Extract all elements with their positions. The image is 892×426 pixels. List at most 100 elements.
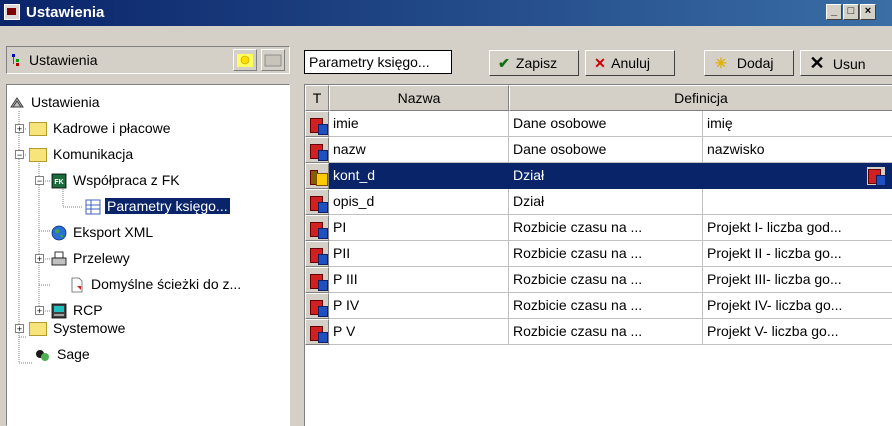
row-type-cell[interactable] xyxy=(305,319,329,345)
table-row[interactable]: nazw Dane osobowe nazwisko xyxy=(305,137,892,163)
tree-node-domyslne-sciezki[interactable]: Domyślne ścieżki do z... xyxy=(69,275,243,293)
tree-node-label: Sage xyxy=(57,346,90,362)
definition-field-cell[interactable]: Projekt II - liczba go... xyxy=(703,241,892,267)
definition-field-cell[interactable]: nazwisko xyxy=(703,137,892,163)
table-row[interactable]: opis_d Dział xyxy=(305,189,892,215)
name-cell[interactable]: PI xyxy=(329,215,509,241)
tree-node-label: Ustawienia xyxy=(31,94,100,110)
tree-header-icon xyxy=(12,54,19,66)
report-icon xyxy=(309,220,328,240)
new-folder-button[interactable] xyxy=(233,49,257,71)
close-button[interactable]: × xyxy=(860,4,876,20)
definition-category-cell[interactable]: Rozbicie czasu na ... xyxy=(509,267,703,293)
delete-button[interactable]: ✕ Usun xyxy=(800,50,892,76)
row-type-cell[interactable] xyxy=(305,241,329,267)
name-cell[interactable]: P V xyxy=(329,319,509,345)
expand-przelewy-toggle[interactable]: + xyxy=(35,254,44,264)
table-row[interactable]: kont_d Dział xyxy=(305,163,892,189)
expand-rcp-toggle[interactable]: + xyxy=(35,306,44,316)
printer-icon xyxy=(51,251,67,266)
save-button[interactable]: ✔ Zapisz xyxy=(489,50,579,76)
tree-node-label: Komunikacja xyxy=(53,146,134,162)
definition-field-cell[interactable]: Projekt I- liczba god... xyxy=(703,215,892,241)
delete-button-label: Usun xyxy=(832,56,866,72)
expand-systemowe-toggle[interactable]: + xyxy=(15,324,24,334)
table-row[interactable]: imie Dane osobowe imię xyxy=(305,111,892,137)
maximize-button[interactable]: □ xyxy=(843,4,859,20)
name-cell[interactable]: opis_d xyxy=(329,189,509,215)
tree-node-systemowe[interactable]: Systemowe xyxy=(29,319,127,337)
parameters-grid-icon xyxy=(85,199,101,215)
folder-icon xyxy=(29,322,47,337)
definition-field-cell[interactable]: Projekt III- liczba go... xyxy=(703,267,892,293)
row-type-cell[interactable] xyxy=(305,293,329,319)
dictionary-icon xyxy=(309,168,328,187)
settings-tree[interactable]: Ustawienia + Kadrowe i płacowe − Komunik… xyxy=(6,84,290,426)
add-button[interactable]: ✳ Dodaj xyxy=(704,50,794,76)
tree-node-rcp[interactable]: RCP xyxy=(51,301,105,319)
table-row[interactable]: P IV Rozbicie czasu na ... Projekt IV- lic… xyxy=(305,293,892,319)
minimize-button[interactable]: _ xyxy=(826,4,842,20)
tree-node-label: RCP xyxy=(73,302,103,318)
expand-kadrowe-toggle[interactable]: + xyxy=(15,124,24,134)
window-title: Ustawienia xyxy=(26,4,105,21)
tree-node-parametry[interactable]: Parametry księgo... xyxy=(85,197,231,215)
folder-icon xyxy=(29,122,47,137)
tree-node-eksport-xml[interactable]: Eksport XML xyxy=(51,223,155,241)
tree-node-sage[interactable]: Sage xyxy=(35,345,92,363)
table-row[interactable]: PII Rozbicie czasu na ... Projekt II - lic… xyxy=(305,241,892,267)
tree-node-kadrowe[interactable]: Kadrowe i płacowe xyxy=(29,119,173,137)
column-header-definition[interactable]: Definicja xyxy=(509,85,892,111)
definition-category-cell[interactable]: Rozbicie czasu na ... xyxy=(509,319,703,345)
row-type-cell[interactable] xyxy=(305,189,329,215)
name-cell[interactable]: imie xyxy=(329,111,509,137)
definition-field-cell[interactable] xyxy=(703,189,892,215)
column-header-type[interactable]: T xyxy=(305,85,329,111)
field-picker-button[interactable] xyxy=(867,167,886,186)
open-folder-icon xyxy=(29,148,47,163)
svg-text:FK: FK xyxy=(54,179,63,186)
folder-button[interactable] xyxy=(261,49,285,71)
parameter-set-selector[interactable]: Parametry księgo... xyxy=(304,50,452,74)
definition-category-cell[interactable]: Rozbicie czasu na ... xyxy=(509,293,703,319)
tree-node-przelewy[interactable]: Przelewy xyxy=(51,249,132,267)
row-type-cell[interactable] xyxy=(305,215,329,241)
table-row[interactable]: P V Rozbicie czasu na ... Projekt V- liczb… xyxy=(305,319,892,345)
name-cell[interactable]: PII xyxy=(329,241,509,267)
collapse-komunikacja-toggle[interactable]: − xyxy=(15,150,24,160)
tree-node-label: Systemowe xyxy=(53,320,126,336)
definition-category-cell[interactable]: Dane osobowe xyxy=(509,137,703,163)
column-header-name[interactable]: Nazwa xyxy=(329,85,509,111)
add-button-label: Dodaj xyxy=(736,55,774,71)
definitions-grid[interactable]: T Nazwa Definicja imie Dane osobowe imię na… xyxy=(304,84,892,426)
table-row[interactable]: PI Rozbicie czasu na ... Projekt I- liczba… xyxy=(305,215,892,241)
name-cell[interactable]: P IV xyxy=(329,293,509,319)
definition-category-cell[interactable]: Dział xyxy=(509,163,703,189)
collapse-fk-toggle[interactable]: − xyxy=(35,176,44,186)
tree-node-komunikacja[interactable]: Komunikacja xyxy=(29,145,135,163)
cancel-button[interactable]: ✕ Anuluj xyxy=(585,50,675,76)
definition-category-cell[interactable]: Rozbicie czasu na ... xyxy=(509,215,703,241)
row-type-cell[interactable] xyxy=(305,267,329,293)
definition-field-cell[interactable] xyxy=(703,163,892,189)
row-type-cell[interactable] xyxy=(305,163,329,189)
tree-header-label: Ustawienia xyxy=(29,52,98,68)
sage-logo-icon xyxy=(36,350,49,362)
definition-category-cell[interactable]: Rozbicie czasu na ... xyxy=(509,241,703,267)
row-type-cell[interactable] xyxy=(305,137,329,163)
name-cell[interactable]: kont_d xyxy=(329,163,509,189)
definition-field-cell[interactable]: imię xyxy=(703,111,892,137)
report-icon xyxy=(309,142,328,162)
definition-field-cell[interactable]: Projekt IV- liczba go... xyxy=(703,293,892,319)
name-cell[interactable]: nazw xyxy=(329,137,509,163)
definition-field-cell[interactable]: Projekt V- liczba go... xyxy=(703,319,892,345)
globe-icon xyxy=(51,225,67,241)
row-type-cell[interactable] xyxy=(305,111,329,137)
table-row[interactable]: P III Rozbicie czasu na ... Projekt III- l… xyxy=(305,267,892,293)
tree-node-wspolpraca-fk[interactable]: FK Współpraca z FK xyxy=(51,171,182,189)
definition-category-cell[interactable]: Dane osobowe xyxy=(509,111,703,137)
tree-node-ustawienia[interactable]: Ustawienia xyxy=(9,93,101,111)
definition-category-cell[interactable]: Dział xyxy=(509,189,703,215)
settings-root-icon xyxy=(10,97,24,108)
name-cell[interactable]: P III xyxy=(329,267,509,293)
